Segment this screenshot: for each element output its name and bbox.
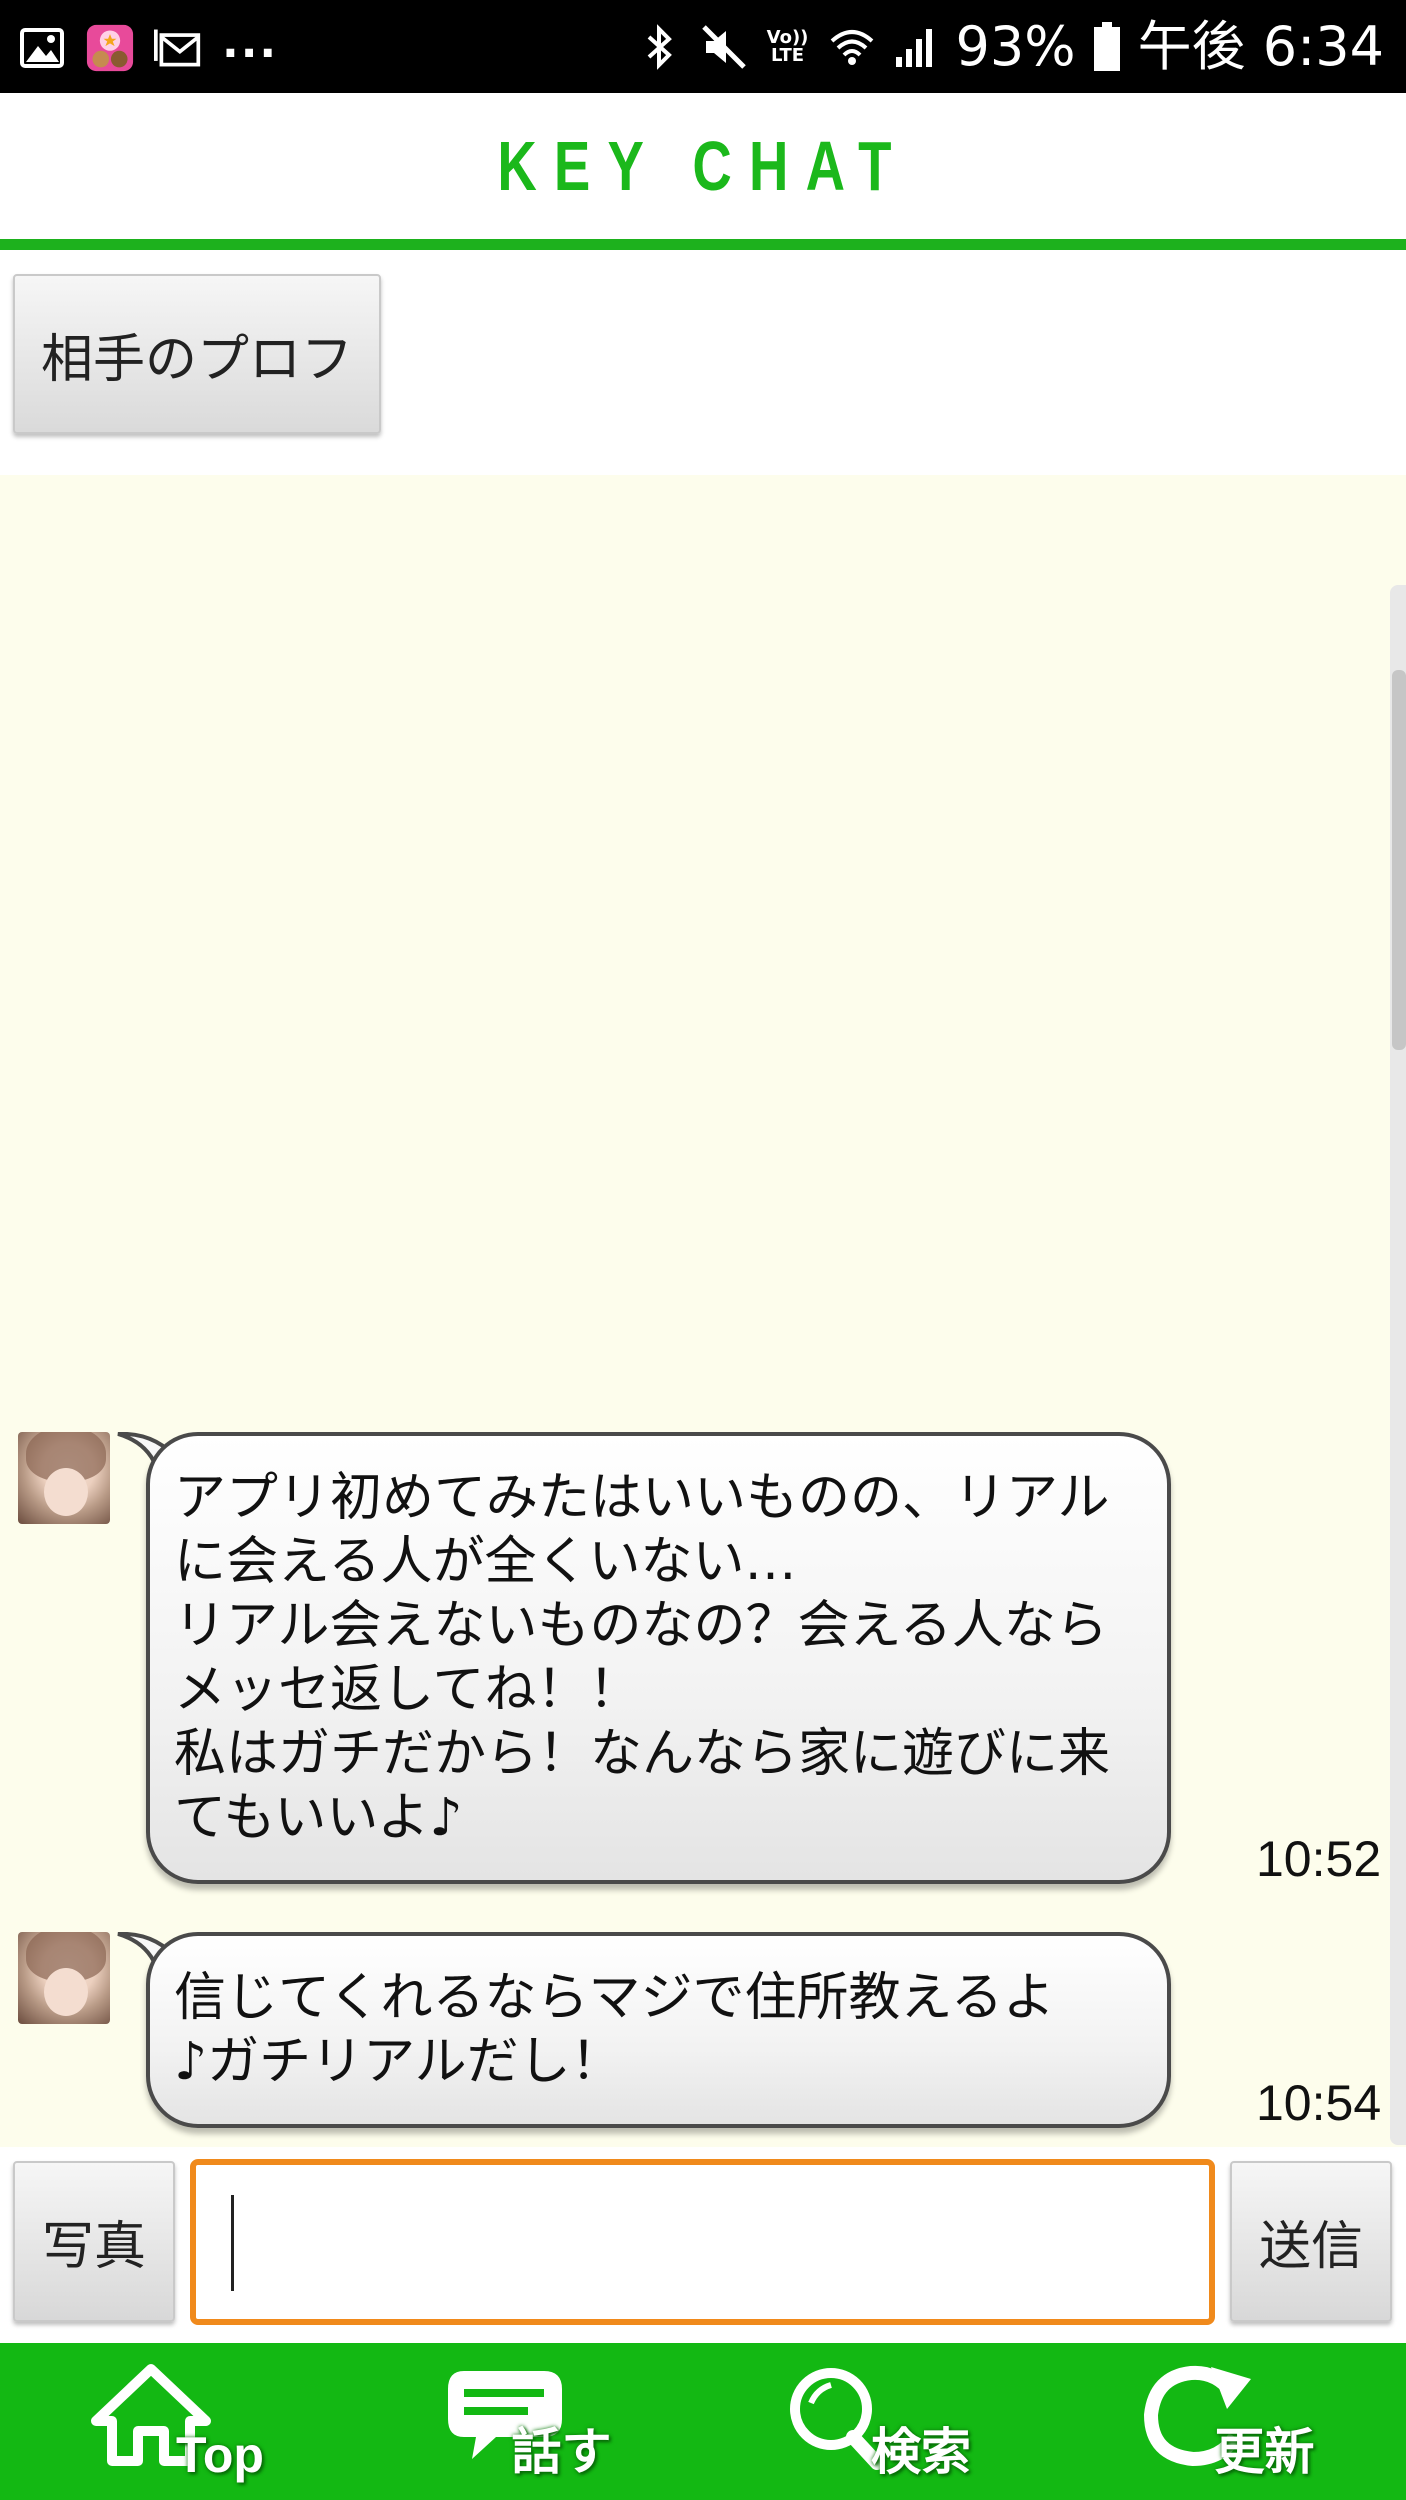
mail-notification-icon bbox=[154, 24, 202, 72]
nav-search[interactable]: 検索 bbox=[703, 2343, 1055, 2500]
nav-search-label: 検索 bbox=[871, 2424, 971, 2480]
nav-refresh-label: 更新 bbox=[1214, 2424, 1315, 2480]
message-bubble: アプリ初めてみたはいいものの、リアル に会える人が全くいない… リアル会えないも… bbox=[146, 1432, 1171, 1884]
volte-icon: Vo)) LTE bbox=[766, 27, 809, 66]
message-time: 10:54 bbox=[1256, 2075, 1382, 2131]
header-divider bbox=[0, 239, 1406, 250]
status-bar: ... Vo)) LTE 93% 午後 6:34 bbox=[0, 0, 1406, 93]
system-icons: Vo)) LTE 93% 午後 6:34 bbox=[636, 14, 1384, 80]
nav-refresh[interactable]: 更新 bbox=[1055, 2343, 1406, 2500]
photo-button[interactable]: 写真 bbox=[13, 2161, 175, 2322]
chat-area[interactable] bbox=[0, 475, 1406, 2147]
bottom-navigation: Top 話す 検索 更新 bbox=[0, 2343, 1406, 2500]
gallery-notification-icon bbox=[18, 24, 66, 72]
signal-icon bbox=[892, 23, 940, 71]
battery-icon bbox=[1092, 22, 1122, 71]
clock: 午後 6:34 bbox=[1137, 15, 1384, 78]
text-cursor bbox=[231, 2195, 234, 2291]
battery-percentage: 93% bbox=[955, 15, 1076, 78]
send-button[interactable]: 送信 bbox=[1230, 2161, 1392, 2322]
partner-profile-button[interactable]: 相手のプロフ bbox=[13, 274, 381, 434]
mute-icon bbox=[700, 23, 748, 71]
app-header: KEY CHAT bbox=[0, 93, 1406, 239]
message-bubble: 信じてくれるならマジで住所教えるよ ♪ガチリアルだし！ bbox=[146, 1932, 1171, 2128]
nav-top-label: Top bbox=[176, 2427, 264, 2483]
sender-avatar[interactable] bbox=[18, 1932, 110, 2024]
app-notification-icon bbox=[86, 24, 134, 72]
message-input[interactable] bbox=[190, 2159, 1215, 2325]
nav-talk[interactable]: 話す bbox=[352, 2343, 704, 2500]
bluetooth-icon bbox=[636, 23, 684, 71]
nav-talk-label: 話す bbox=[511, 2424, 612, 2480]
message-time: 10:52 bbox=[1256, 1831, 1382, 1887]
notification-icons: ... bbox=[18, 18, 278, 78]
nav-top[interactable]: Top bbox=[0, 2343, 352, 2500]
app-title: KEY CHAT bbox=[497, 127, 909, 205]
wifi-icon bbox=[828, 23, 876, 71]
more-notifications-indicator: ... bbox=[222, 17, 279, 68]
chat-scrollbar-thumb[interactable] bbox=[1392, 670, 1406, 1050]
sender-avatar[interactable] bbox=[18, 1432, 110, 1524]
